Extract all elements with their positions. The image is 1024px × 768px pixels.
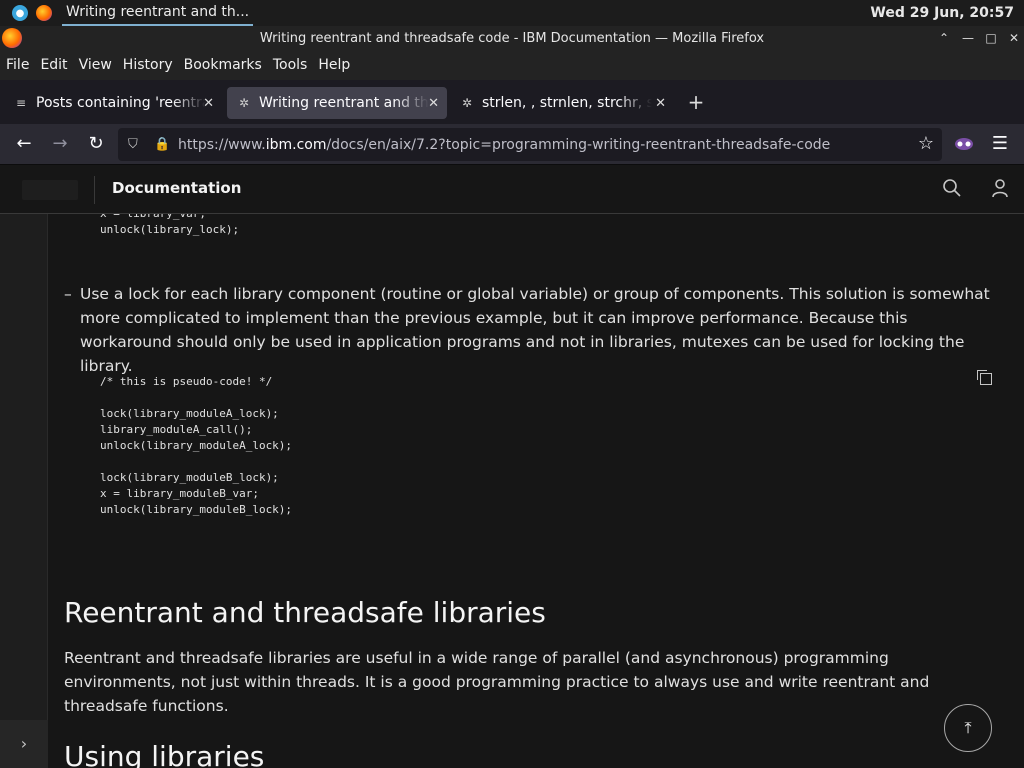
- ibm-icon: ✲: [238, 96, 250, 110]
- new-tab-button[interactable]: +: [684, 90, 708, 114]
- url-prefix: https://www.: [178, 136, 266, 153]
- firefox-taskbar-icon[interactable]: [36, 5, 52, 21]
- forward-button[interactable]: →: [46, 130, 74, 158]
- menu-edit[interactable]: Edit: [40, 57, 67, 73]
- lock-icon[interactable]: 🔒: [154, 137, 170, 152]
- app-menu-button[interactable]: ☰: [986, 130, 1014, 158]
- shade-window-button[interactable]: ⌃: [932, 26, 956, 50]
- tracking-protection-icon[interactable]: ⛉: [128, 137, 142, 152]
- code-snippet-top: x = library_var; unlock(library_lock);: [100, 214, 240, 236]
- tab-label: Posts containing 'reentrant': [36, 95, 206, 111]
- user-icon[interactable]: [988, 178, 1012, 203]
- heading-using-libraries: Using libraries: [64, 740, 265, 768]
- tab-strlen[interactable]: ✲ strlen, , strnlen, strchr, strrchr ✕: [450, 87, 674, 119]
- url-path: /docs/en/aix/7.2?topic=programming-writi…: [326, 136, 831, 153]
- article-content: x = library_var; unlock(library_lock); –…: [48, 214, 1024, 768]
- back-to-top-button[interactable]: ⤒: [944, 704, 992, 752]
- bookmark-star-icon[interactable]: ☆: [918, 133, 934, 154]
- code-block: /* this is pseudo-code! */ lock(library_…: [100, 375, 293, 516]
- url-bar[interactable]: ⛉ 🔒 https://www.ibm.com/docs/en/aix/7.2?…: [118, 128, 942, 161]
- back-button[interactable]: ←: [10, 130, 38, 158]
- menu-view[interactable]: View: [79, 57, 112, 73]
- menu-history[interactable]: History: [123, 57, 173, 73]
- tab-writing-reentrant[interactable]: ✲ Writing reentrant and threadsafe ✕: [227, 87, 447, 119]
- app-launcher-icon[interactable]: ●: [12, 5, 28, 21]
- expand-toc-chevron-icon[interactable]: ›: [0, 720, 48, 768]
- ibm-logo-placeholder[interactable]: [22, 180, 78, 200]
- reload-button[interactable]: ↻: [82, 130, 110, 158]
- minimize-window-button[interactable]: —: [956, 26, 980, 50]
- bullet-text: Use a lock for each library component (r…: [80, 285, 990, 375]
- close-window-button[interactable]: ✕: [1002, 26, 1024, 50]
- maximize-window-button[interactable]: □: [979, 26, 1003, 50]
- url-domain: ibm.com: [265, 136, 327, 153]
- close-tab-icon[interactable]: ✕: [203, 96, 214, 111]
- menubar: File Edit View History Bookmarks Tools H…: [0, 50, 1024, 80]
- private-mask-icon[interactable]: [954, 136, 974, 152]
- documentation-title[interactable]: Documentation: [112, 179, 241, 197]
- tab-strip: ≡ Posts containing 'reentrant' ✕ ✲ Writi…: [0, 80, 1024, 124]
- heading-reentrant-libraries: Reentrant and threadsafe libraries: [64, 596, 546, 629]
- firefox-logo-icon: [2, 28, 22, 48]
- ibm-docs-header: Documentation: [0, 166, 1024, 214]
- stackoverflow-icon: ≡: [15, 96, 27, 110]
- bullet-dash: –: [64, 285, 72, 303]
- window-titlebar: Writing reentrant and threadsafe code - …: [0, 26, 1024, 50]
- tab-label: Writing reentrant and threadsafe: [259, 95, 429, 111]
- close-tab-icon[interactable]: ✕: [428, 96, 439, 111]
- web-page: Documentation › x = library_var; unlock(…: [0, 166, 1024, 768]
- tab-label: strlen, , strnlen, strchr, strrchr: [482, 95, 652, 111]
- menu-bookmarks[interactable]: Bookmarks: [184, 57, 262, 73]
- system-top-bar: ● Writing reentrant and th... Wed 29 Jun…: [0, 0, 1024, 26]
- paragraph-libraries: Reentrant and threadsafe libraries are u…: [64, 649, 930, 715]
- window-title: Writing reentrant and threadsafe code - …: [259, 30, 765, 46]
- menu-help[interactable]: Help: [318, 57, 350, 73]
- system-clock[interactable]: Wed 29 Jun, 20:57: [870, 0, 1014, 26]
- header-divider: [94, 176, 95, 204]
- taskbar-window-button[interactable]: Writing reentrant and th...: [62, 0, 254, 26]
- navigation-toolbar: ← → ↻ ⛉ 🔒 https://www.ibm.com/docs/en/ai…: [0, 124, 1024, 165]
- menu-tools[interactable]: Tools: [273, 57, 308, 73]
- url-text[interactable]: https://www.ibm.com/docs/en/aix/7.2?topi…: [178, 137, 830, 153]
- ibm-icon: ✲: [461, 96, 473, 110]
- tab-posts-reentrant[interactable]: ≡ Posts containing 'reentrant' ✕: [4, 87, 222, 119]
- close-tab-icon[interactable]: ✕: [655, 96, 666, 111]
- left-side-rail: ›: [0, 214, 48, 768]
- menu-file[interactable]: File: [6, 57, 29, 73]
- list-item: – Use a lock for each library component …: [64, 282, 994, 378]
- copy-code-icon[interactable]: [976, 369, 992, 385]
- search-icon[interactable]: [940, 178, 964, 203]
